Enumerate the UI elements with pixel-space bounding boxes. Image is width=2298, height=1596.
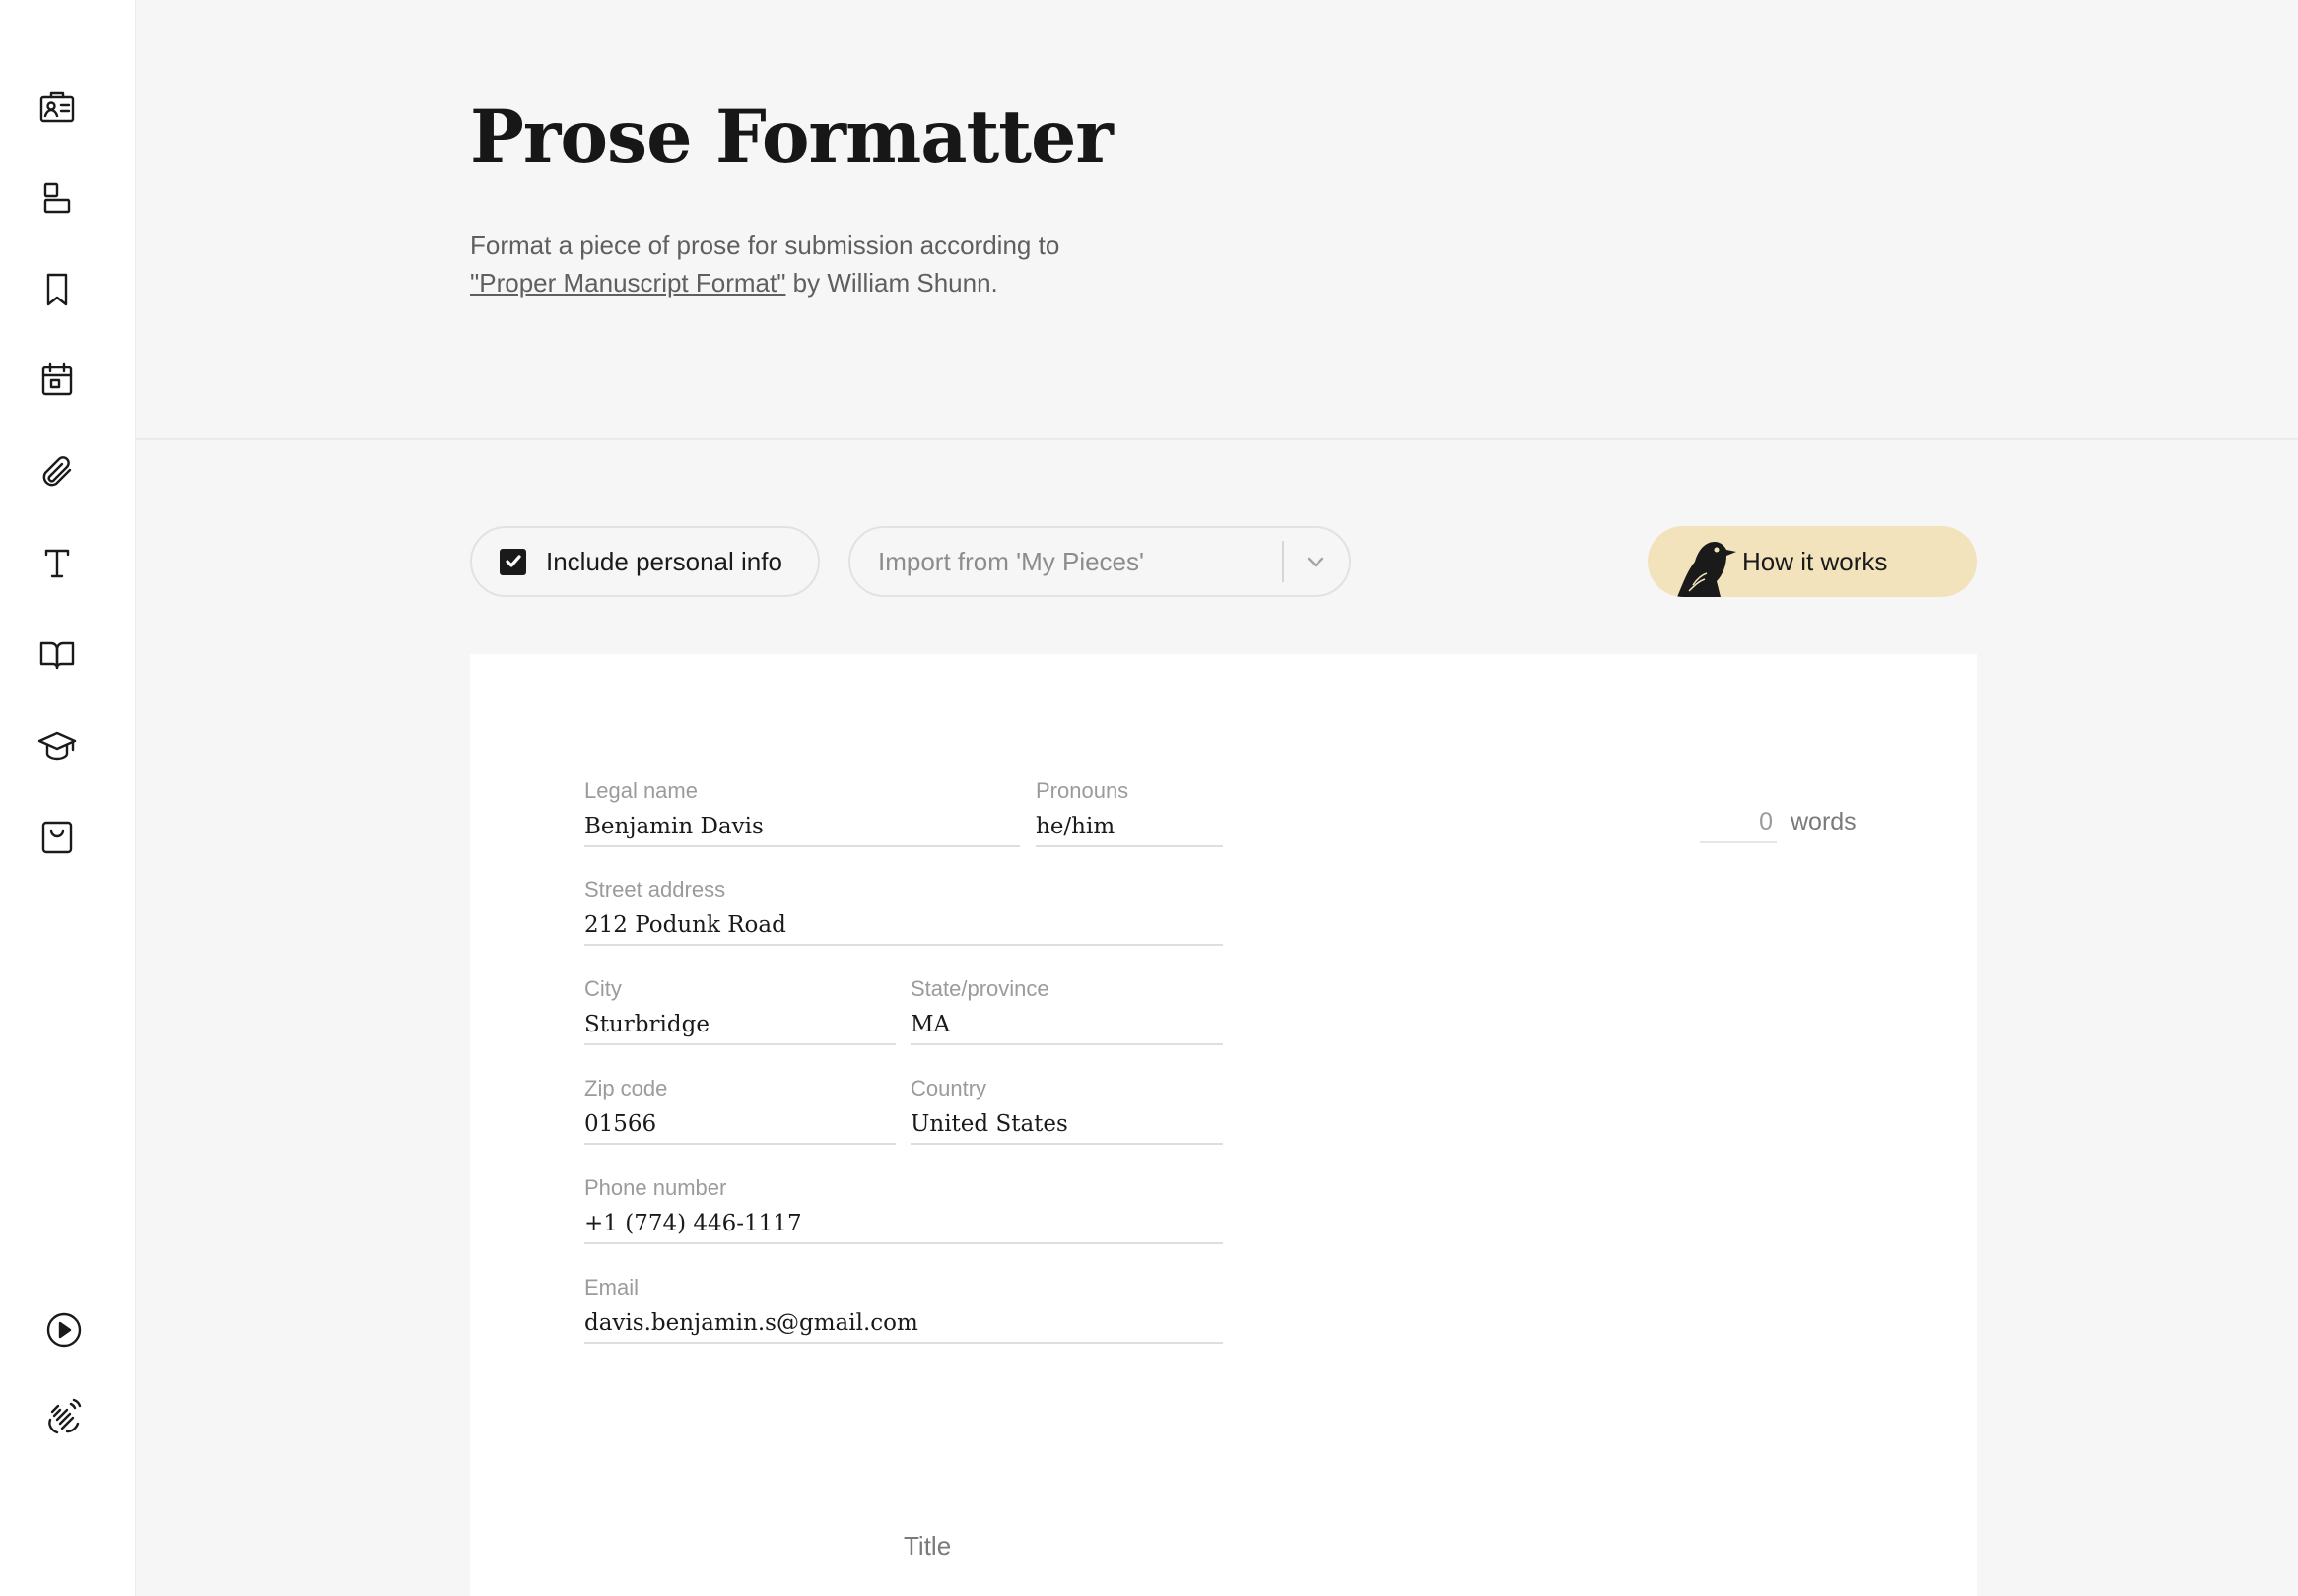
- street-address-field: Street address 212 Podunk Road: [584, 877, 1223, 946]
- pronouns-input[interactable]: he/him: [1036, 808, 1223, 847]
- word-count: 0 words: [1700, 804, 1857, 843]
- legal-name-label: Legal name: [584, 778, 698, 803]
- sidebar: [0, 0, 136, 1596]
- bookmark-icon[interactable]: [35, 268, 79, 311]
- legal-name-field: Legal name Benjamin Davis: [584, 778, 1020, 847]
- city-label: City: [584, 976, 622, 1001]
- checkbox-checked[interactable]: [500, 548, 526, 575]
- pronouns-label: Pronouns: [1036, 778, 1129, 803]
- street-address-input[interactable]: 212 Podunk Road: [584, 906, 1223, 946]
- id-card-icon[interactable]: [35, 86, 79, 129]
- import-from-pieces-select[interactable]: Import from 'My Pieces': [848, 526, 1351, 597]
- manuscript-format-link[interactable]: "Proper Manuscript Format": [470, 268, 785, 298]
- page-header: Prose Formatter Format a piece of prose …: [136, 0, 2298, 440]
- shopping-bag-icon[interactable]: [35, 816, 79, 859]
- state-label: State/province: [911, 976, 1049, 1001]
- layout-icon[interactable]: [35, 176, 79, 220]
- city-input[interactable]: Sturbridge: [584, 1006, 896, 1045]
- select-divider: [1282, 541, 1284, 582]
- checkmark-icon: [505, 555, 521, 567]
- zip-code-label: Zip code: [584, 1076, 668, 1100]
- city-field: City Sturbridge: [584, 976, 896, 1045]
- email-field: Email davis.benjamin.s@gmail.com: [584, 1275, 1223, 1344]
- legal-name-input[interactable]: Benjamin Davis: [584, 808, 1020, 847]
- book-open-icon[interactable]: [35, 632, 79, 676]
- text-icon[interactable]: [35, 541, 79, 584]
- chevron-down-icon[interactable]: [1302, 548, 1329, 575]
- calendar-icon[interactable]: [35, 358, 79, 401]
- email-label: Email: [584, 1275, 640, 1299]
- phone-number-label: Phone number: [584, 1175, 727, 1200]
- phone-number-input[interactable]: +1 (774) 446-1117: [584, 1205, 1223, 1244]
- pronouns-field: Pronouns he/him: [1036, 778, 1223, 847]
- zip-code-field: Zip code 01566: [584, 1076, 896, 1145]
- country-field: Country United States: [911, 1076, 1223, 1145]
- page-subtitle: Format a piece of prose for submission a…: [470, 227, 1081, 301]
- page-title: Prose Formatter: [470, 95, 1114, 179]
- state-field: State/province MA: [911, 976, 1223, 1045]
- how-it-works-button[interactable]: How it works: [1648, 526, 1977, 597]
- subtitle-author: by William Shunn.: [785, 268, 998, 298]
- graduation-cap-icon[interactable]: [35, 724, 79, 767]
- state-input[interactable]: MA: [911, 1006, 1223, 1045]
- country-input[interactable]: United States: [911, 1105, 1223, 1145]
- how-it-works-label: How it works: [1742, 546, 1888, 576]
- import-placeholder: Import from 'My Pieces': [878, 546, 1144, 576]
- title-input[interactable]: Title: [904, 1531, 951, 1562]
- crow-icon: [1677, 542, 1736, 597]
- zip-code-input[interactable]: 01566: [584, 1105, 896, 1145]
- waving-hand-icon[interactable]: [42, 1394, 86, 1437]
- include-personal-info-label: Include personal info: [546, 546, 782, 576]
- phone-number-field: Phone number +1 (774) 446-1117: [584, 1175, 1223, 1244]
- subtitle-text: Format a piece of prose for submission a…: [470, 231, 1060, 260]
- email-input[interactable]: davis.benjamin.s@gmail.com: [584, 1304, 1223, 1344]
- word-count-label: words: [1791, 808, 1857, 835]
- manuscript-page: Legal name Benjamin Davis Pronouns he/hi…: [470, 654, 1977, 1596]
- country-label: Country: [911, 1076, 987, 1100]
- paperclip-icon[interactable]: [35, 449, 79, 493]
- play-circle-icon[interactable]: [42, 1308, 86, 1352]
- include-personal-info-toggle[interactable]: Include personal info: [470, 526, 820, 597]
- word-count-value[interactable]: 0: [1700, 804, 1777, 843]
- street-address-label: Street address: [584, 877, 726, 901]
